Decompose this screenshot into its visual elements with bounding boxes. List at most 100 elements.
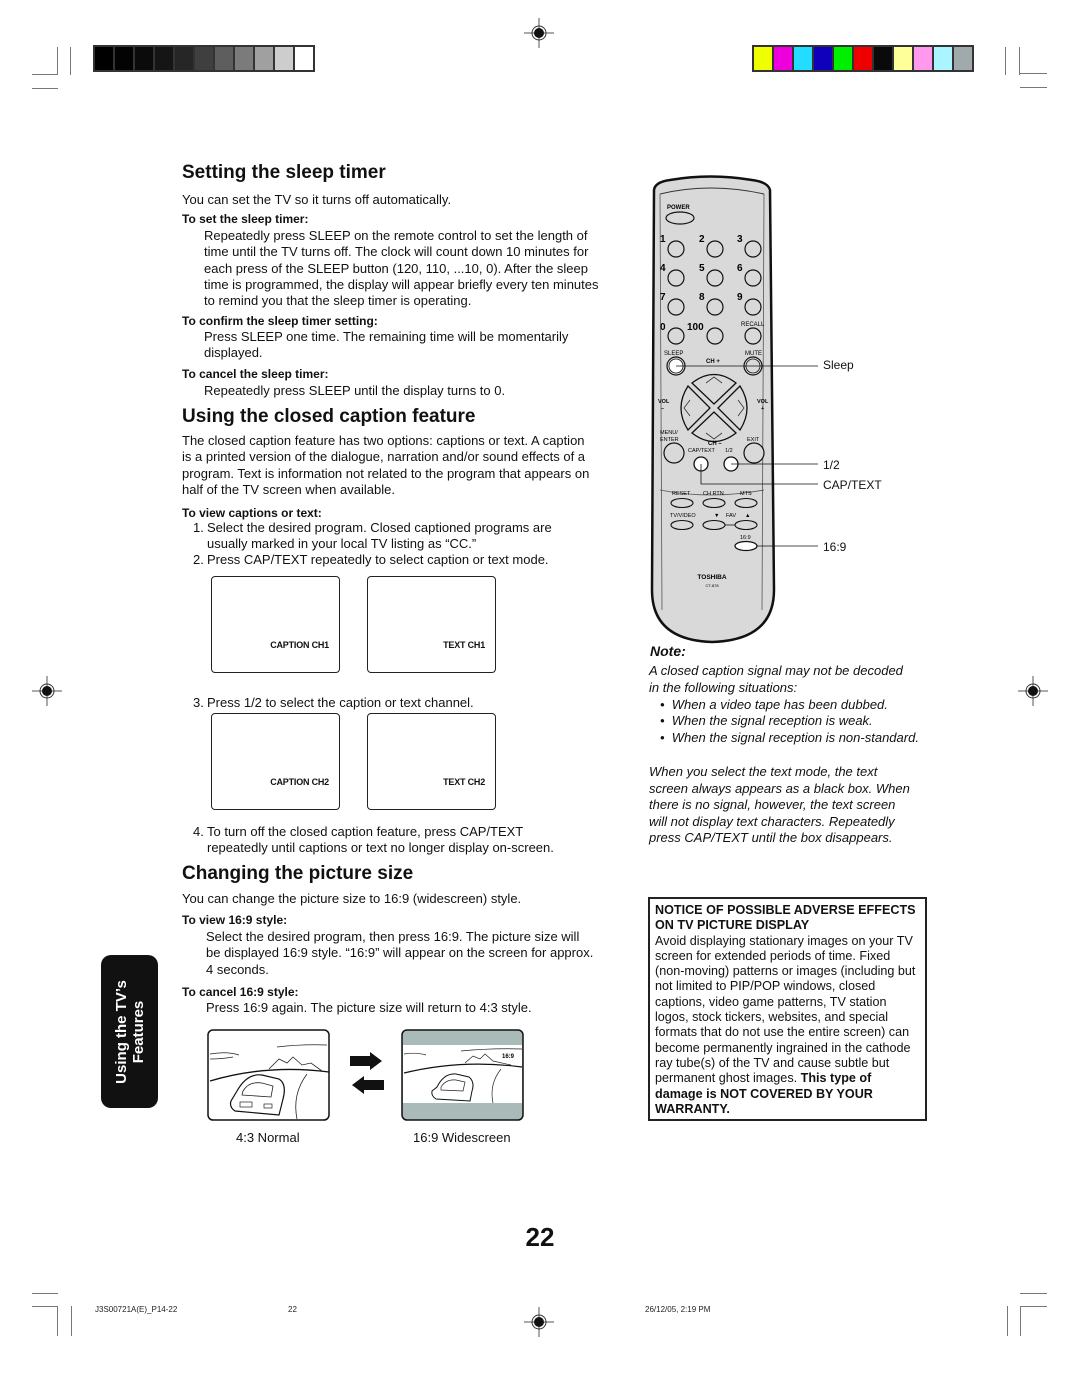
footer-date: 26/12/05, 2:19 PM bbox=[645, 1305, 711, 1314]
bullet-text: When the signal reception is weak. bbox=[671, 713, 873, 728]
exit-button[interactable] bbox=[743, 442, 765, 464]
notice-body: Avoid displaying stationary images on yo… bbox=[655, 933, 916, 1086]
calibration-swatch bbox=[754, 47, 772, 70]
digit-button[interactable] bbox=[706, 298, 724, 316]
digit-label: 2 bbox=[699, 234, 705, 245]
screen-label: CAPTION CH1 bbox=[270, 640, 329, 650]
crop-mark bbox=[1020, 1306, 1021, 1336]
note-bullet: • When the signal reception is weak. bbox=[660, 713, 873, 728]
power-label: POWER bbox=[667, 205, 690, 211]
caption-widescreen: 16:9 Widescreen bbox=[413, 1130, 511, 1145]
mute-label: MUTE bbox=[745, 351, 762, 357]
mts-label: MTS bbox=[740, 491, 752, 497]
picture-cancel-heading: To cancel 16:9 style: bbox=[182, 985, 299, 999]
digit-label: 3 bbox=[737, 234, 743, 245]
chrtn-label: CH RTN bbox=[703, 491, 724, 497]
text-line: be displayed 16:9 style. “16:9” will app… bbox=[206, 945, 594, 961]
side-tab-line: Using the TV’s bbox=[112, 979, 130, 1084]
note-text-mode: When you select the text mode, the text … bbox=[649, 764, 910, 847]
calibration-swatch bbox=[954, 47, 972, 70]
digit-button[interactable] bbox=[744, 298, 762, 316]
callout-sleep: Sleep bbox=[823, 358, 854, 372]
text-line: time until the TV turns off. The clock w… bbox=[204, 244, 589, 260]
fav-up-button[interactable] bbox=[734, 519, 758, 531]
text-line: press CAP/TEXT until the box disappears. bbox=[649, 830, 893, 845]
step-number: 1. bbox=[193, 520, 204, 535]
recall-button[interactable] bbox=[744, 327, 762, 345]
menu-enter-button[interactable] bbox=[663, 442, 685, 464]
section-side-tab: Using the TV’s Features bbox=[101, 955, 158, 1108]
digit-button[interactable] bbox=[667, 327, 685, 345]
step-text: Select the desired program. Closed capti… bbox=[207, 520, 552, 553]
tv-screen-text-ch1: TEXT CH1 bbox=[367, 576, 496, 673]
sleep-cancel-text: Repeatedly press SLEEP until the display… bbox=[204, 383, 506, 398]
digit-label: 5 bbox=[699, 263, 705, 274]
ch-plus-label: CH + bbox=[706, 359, 720, 365]
calibration-swatch bbox=[215, 47, 233, 70]
bullet-text: When the signal reception is non-standar… bbox=[671, 730, 919, 745]
digit-label: 7 bbox=[660, 292, 666, 303]
step-number: 3. bbox=[193, 695, 204, 710]
digit-button[interactable] bbox=[667, 240, 685, 258]
mts-button[interactable] bbox=[734, 497, 758, 509]
fav-up-label: ▲ bbox=[745, 513, 750, 519]
calibration-swatch bbox=[115, 47, 133, 70]
ch-minus-label: CH – bbox=[708, 441, 722, 447]
crop-mark bbox=[32, 88, 58, 89]
digit-label: 8 bbox=[699, 292, 705, 303]
digit-button[interactable] bbox=[744, 240, 762, 258]
tvvideo-button[interactable] bbox=[670, 519, 694, 531]
registration-mark-icon bbox=[524, 1307, 554, 1337]
digit-button[interactable] bbox=[744, 269, 762, 287]
power-button[interactable] bbox=[665, 211, 695, 225]
text-line: Repeatedly press SLEEP on the remote con… bbox=[204, 228, 588, 243]
text-line: usually marked in your local TV listing … bbox=[207, 536, 477, 552]
crop-mark bbox=[1020, 1306, 1047, 1307]
crop-mark bbox=[70, 47, 71, 75]
calibration-swatch bbox=[794, 47, 812, 70]
text-line: there is no signal, however, the text sc… bbox=[649, 797, 896, 812]
step-number: 4. bbox=[193, 824, 204, 839]
text-line: repeatedly until captions or text no lon… bbox=[207, 840, 554, 856]
picture-intro: You can change the picture size to 16:9 … bbox=[182, 891, 522, 906]
digit-button[interactable] bbox=[706, 269, 724, 287]
widescreen-16-9-illustration: 16:9 bbox=[401, 1029, 524, 1121]
brand-logo: TOSHIBA bbox=[697, 574, 726, 581]
reset-label: RESET bbox=[672, 491, 691, 497]
plus-label: + bbox=[761, 406, 764, 412]
text-line: The closed caption feature has two optio… bbox=[182, 433, 585, 448]
fav-down-button[interactable] bbox=[702, 519, 726, 531]
callout-aspect: 16:9 bbox=[823, 540, 847, 554]
vol-minus-label: VOL bbox=[658, 399, 670, 405]
tv-screen-text-ch2: TEXT CH2 bbox=[367, 713, 496, 810]
callout-half: 1/2 bbox=[823, 458, 840, 472]
digit-button[interactable] bbox=[706, 240, 724, 258]
text-line: screen always appears as a black box. Wh… bbox=[649, 780, 910, 796]
aspect-label: 16:9 bbox=[740, 535, 751, 541]
crop-mark bbox=[57, 1306, 58, 1336]
digit-button[interactable] bbox=[667, 269, 685, 287]
cc-intro: The closed caption feature has two optio… bbox=[182, 433, 589, 498]
reset-button[interactable] bbox=[670, 497, 694, 509]
digit-button[interactable] bbox=[706, 327, 724, 345]
text-line: program. Text is information not related… bbox=[182, 465, 590, 481]
digit-label: 4 bbox=[660, 263, 666, 274]
picture-view-text: Select the desired program, then press 1… bbox=[206, 929, 593, 978]
calibration-swatch bbox=[934, 47, 952, 70]
chrtn-button[interactable] bbox=[702, 497, 726, 509]
sleep-confirm-heading: To confirm the sleep timer setting: bbox=[182, 314, 378, 328]
digit-button[interactable] bbox=[667, 298, 685, 316]
section-title-picture-size: Changing the picture size bbox=[182, 863, 414, 884]
aspect-16-9-button[interactable] bbox=[734, 540, 758, 552]
step-3: 3. Press 1/2 to select the caption or te… bbox=[193, 695, 613, 713]
grayscale-bar bbox=[93, 45, 315, 72]
half-label: 1/2 bbox=[725, 448, 733, 454]
digit-label: 100 bbox=[687, 322, 704, 333]
bullet-text: When a video tape has been dubbed. bbox=[671, 697, 888, 712]
footer-page: 22 bbox=[288, 1305, 297, 1314]
registration-mark-icon bbox=[1018, 676, 1048, 706]
color-bar bbox=[752, 45, 974, 72]
calibration-swatch bbox=[255, 47, 273, 70]
step-number: 2. bbox=[193, 552, 204, 567]
screen-label: CAPTION CH2 bbox=[270, 777, 329, 787]
